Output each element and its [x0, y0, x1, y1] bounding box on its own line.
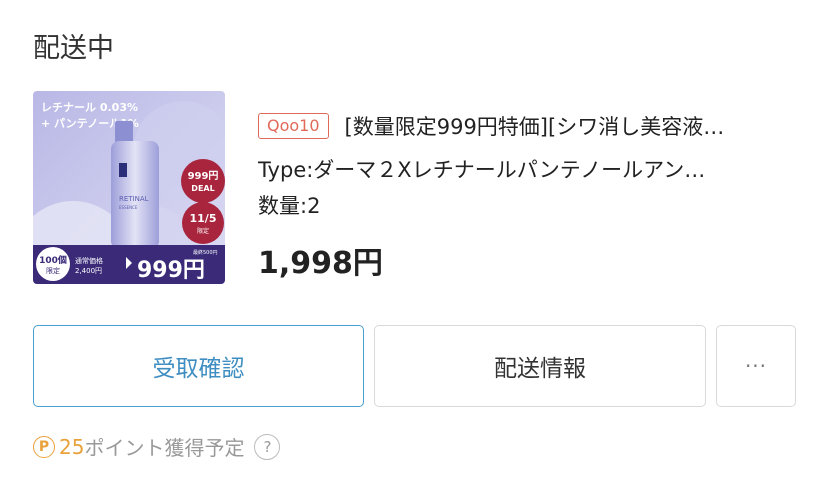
limit-1: 100個	[39, 254, 67, 266]
regular-price: 2,400円	[75, 267, 102, 275]
quantity: 数量:2	[258, 194, 321, 218]
regular-price-label: 通常価格	[75, 256, 103, 265]
more-options-button[interactable]: ···	[716, 325, 796, 407]
points-info: P 25 ポイント獲得予定 ?	[33, 432, 281, 461]
product-thumbnail[interactable]: レチナール 0.03% + パンテノール1% RETINAL ESSENCE 9…	[33, 91, 225, 284]
date-badge-1: 11/5	[190, 212, 217, 225]
deal-badge-1: 999円	[188, 170, 219, 182]
bottle-label-1: RETINAL	[119, 195, 149, 203]
shipping-info-button[interactable]: 配送情報	[374, 325, 706, 407]
point-label: ポイント獲得予定	[84, 436, 245, 460]
product-name[interactable]: [数量限定999円特価][シワ消し美容液…	[345, 111, 798, 141]
limit-2: 限定	[46, 266, 60, 275]
product-name-row[interactable]: Qoo10 [数量限定999円特価][シワ消し美容液…	[258, 110, 798, 142]
order-price: 1,998円	[258, 246, 383, 281]
deal-badge-2: DEAL	[191, 184, 214, 193]
point-icon: P	[33, 435, 55, 458]
product-type: Type:ダーマ２Xレチナールパンテノールアン…	[258, 158, 706, 182]
thumb-headline-1: レチナール 0.03%	[41, 101, 138, 114]
point-count: 25	[59, 434, 85, 459]
product-image: レチナール 0.03% + パンテノール1% RETINAL ESSENCE 9…	[33, 91, 225, 284]
help-icon[interactable]: ?	[254, 433, 281, 460]
sale-price: 999円	[137, 258, 205, 283]
bottle-label-2: ESSENCE	[119, 205, 138, 210]
date-badge-2: 限定	[197, 227, 209, 235]
confirm-receipt-button[interactable]: 受取確認	[33, 325, 364, 407]
shop-badge: Qoo10	[258, 113, 329, 139]
discount-note: 最終500円	[193, 249, 218, 256]
order-status: 配送中	[33, 33, 114, 64]
